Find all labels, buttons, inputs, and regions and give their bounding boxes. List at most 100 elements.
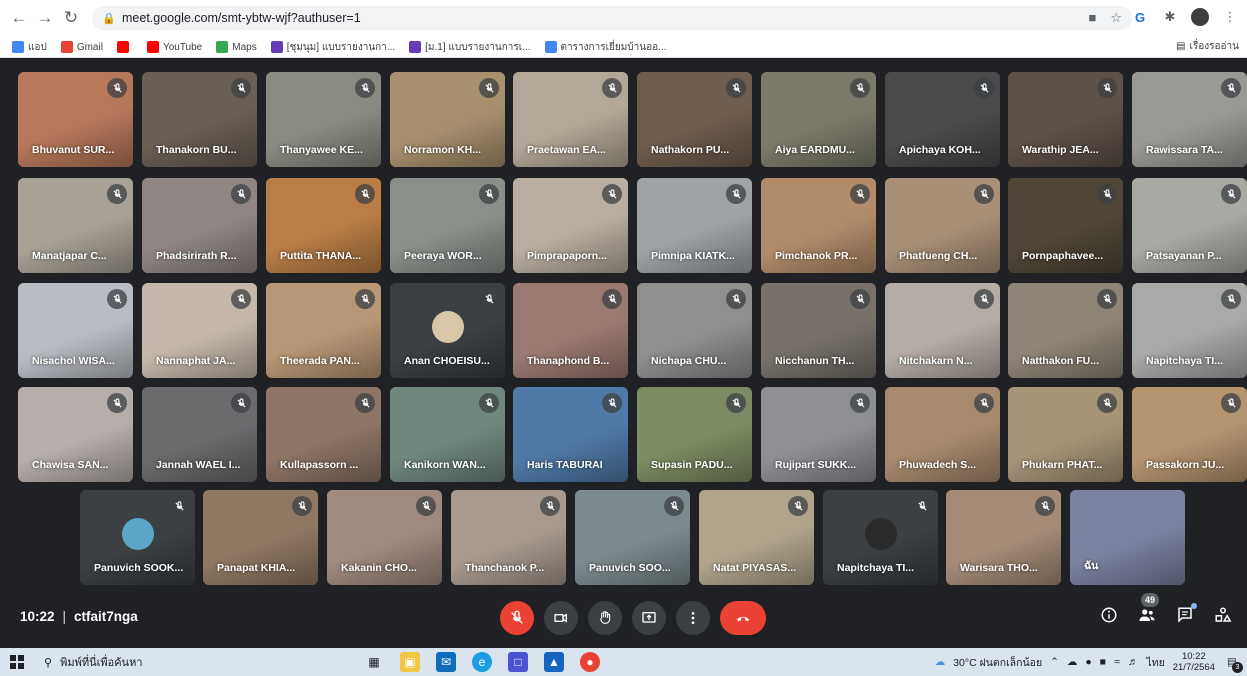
bookmark-item[interactable]: ตารางการเยี่ยมบ้านออ... xyxy=(544,40,666,55)
participant-tile[interactable]: Phadsirirath R... xyxy=(142,178,257,273)
participant-tile[interactable]: Bhuvanut SUR... xyxy=(18,72,133,167)
bookmark-item[interactable]: Maps xyxy=(216,41,257,53)
participant-tile[interactable]: Aiya EARDMU... xyxy=(761,72,876,167)
mail-icon[interactable]: ✉ xyxy=(436,652,456,672)
participant-tile[interactable]: ฉัน xyxy=(1070,490,1185,585)
muted-mic-icon xyxy=(479,184,499,204)
participant-tile[interactable]: Peeraya WOR... xyxy=(390,178,505,273)
people-button[interactable]: 49 xyxy=(1137,593,1159,625)
profile-avatar[interactable] xyxy=(1191,8,1209,26)
address-bar[interactable]: 🔒 meet.google.com/smt-ybtw-wjf?authuser=… xyxy=(92,6,1132,30)
camera-toggle-button[interactable] xyxy=(544,601,578,635)
cloud-icon[interactable]: ☁ xyxy=(1067,656,1078,668)
extension-g-icon[interactable]: G xyxy=(1131,8,1149,26)
raise-hand-button[interactable] xyxy=(588,601,622,635)
language-indicator[interactable]: ไทย xyxy=(1146,654,1164,671)
participant-tile[interactable]: Haris TABURAI xyxy=(513,387,628,482)
participant-tile[interactable]: Panuvich SOO... xyxy=(575,490,690,585)
reload-icon[interactable]: ↻ xyxy=(58,5,84,31)
reading-list-button[interactable]: ▤ เรื่องรออ่าน xyxy=(1176,39,1239,54)
participant-tile[interactable]: Natthakon FU... xyxy=(1008,283,1123,378)
bookmark-star-icon[interactable]: ☆ xyxy=(1110,10,1122,26)
meeting-details-button[interactable] xyxy=(1099,605,1119,625)
participant-tile[interactable]: Pornpaphavee... xyxy=(1008,178,1123,273)
participant-tile[interactable]: Pimnipa KIATK... xyxy=(637,178,752,273)
participant-tile[interactable]: Theerada PAN... xyxy=(266,283,381,378)
present-screen-button[interactable] xyxy=(632,601,666,635)
participant-tile[interactable]: Praetawan EA... xyxy=(513,72,628,167)
file-explorer-icon[interactable]: ▣ xyxy=(400,652,420,672)
participant-tile[interactable]: Jannah WAEL I... xyxy=(142,387,257,482)
participant-tile[interactable]: Anan CHOEISU... xyxy=(390,283,505,378)
participant-tile[interactable]: Kakanin CHO... xyxy=(327,490,442,585)
participant-tile[interactable]: Rujipart SUKK... xyxy=(761,387,876,482)
participant-tile[interactable]: Supasin PADU... xyxy=(637,387,752,482)
forward-icon[interactable]: → xyxy=(32,5,58,31)
network-icon[interactable]: ■ xyxy=(1100,656,1106,668)
participant-tile[interactable]: Passakorn JU... xyxy=(1132,387,1247,482)
photos-icon[interactable]: ▲ xyxy=(544,652,564,672)
chrome-icon[interactable]: ● xyxy=(580,652,600,672)
chat-button[interactable] xyxy=(1175,603,1197,625)
participant-tile[interactable]: Thanakorn BU... xyxy=(142,72,257,167)
participant-tile[interactable]: Phuwadech S... xyxy=(885,387,1000,482)
participant-tile[interactable]: Nichapa CHU... xyxy=(637,283,752,378)
participant-tile[interactable]: Warathip JEA... xyxy=(1008,72,1123,167)
weather-text[interactable]: 30°C ฝนตกเล็กน้อย xyxy=(953,654,1042,671)
participant-tile[interactable]: Kullapassorn ... xyxy=(266,387,381,482)
task-view-icon[interactable]: ▦ xyxy=(364,652,384,672)
back-icon[interactable]: ← xyxy=(6,5,32,31)
participant-tile[interactable]: Napitchaya TI... xyxy=(823,490,938,585)
muted-mic-icon xyxy=(1221,78,1241,98)
participant-tile[interactable]: Chawisa SAN... xyxy=(18,387,133,482)
participant-name: Nannaphat JA... xyxy=(156,355,236,367)
participant-tile[interactable]: Warisara THO... xyxy=(946,490,1061,585)
participant-tile[interactable]: Nitchakarn N... xyxy=(885,283,1000,378)
participant-tile[interactable]: Manatjapar C... xyxy=(18,178,133,273)
participant-tile[interactable]: Panuvich SOOK... xyxy=(80,490,195,585)
bookmark-item[interactable]: Gmail xyxy=(60,41,103,53)
leave-call-button[interactable] xyxy=(720,601,766,635)
participant-tile[interactable]: Nathakorn PU... xyxy=(637,72,752,167)
participant-tile[interactable]: Nicchanun TH... xyxy=(761,283,876,378)
clock[interactable]: 10:22 21/7/2564 xyxy=(1173,651,1215,673)
participant-tile[interactable]: Napitchaya TI... xyxy=(1132,283,1247,378)
participant-tile[interactable]: Phatfueng CH... xyxy=(885,178,1000,273)
bookmark-item[interactable]: แอป xyxy=(12,40,47,55)
participant-tile[interactable]: Norramon KH... xyxy=(390,72,505,167)
participant-tile[interactable]: Thanaphond B... xyxy=(513,283,628,378)
participant-tile[interactable]: Rawissara TA... xyxy=(1132,72,1247,167)
participant-tile[interactable]: Apichaya KOH... xyxy=(885,72,1000,167)
participant-tile[interactable]: Pimprapaporn... xyxy=(513,178,628,273)
participant-tile[interactable]: Thanyawee KE... xyxy=(266,72,381,167)
participant-tile[interactable]: Puttita THANA... xyxy=(266,178,381,273)
camera-permission-icon[interactable]: ■ xyxy=(1088,10,1096,26)
mic-toggle-button[interactable] xyxy=(500,601,534,635)
taskbar-search[interactable]: ⚲ พิมพ์ที่นี่เพื่อค้นหา xyxy=(34,648,324,676)
participant-tile[interactable]: Natat PIYASAS... xyxy=(699,490,814,585)
notification-center-button[interactable]: ▤ 3 xyxy=(1223,653,1243,673)
tray-chevron-icon[interactable]: ⌃ xyxy=(1050,656,1059,668)
wifi-icon[interactable]: ≈ xyxy=(1114,656,1120,668)
mic-tray-icon[interactable]: ● xyxy=(1085,656,1091,668)
bookmark-item[interactable]: [ชุมนุม] แบบรายงานกา... xyxy=(270,40,395,55)
more-options-button[interactable] xyxy=(676,601,710,635)
volume-icon[interactable]: ♬ xyxy=(1128,656,1139,668)
participant-tile[interactable]: Phukarn PHAT... xyxy=(1008,387,1123,482)
participant-tile[interactable]: Nisachol WISA... xyxy=(18,283,133,378)
activities-button[interactable] xyxy=(1213,605,1233,625)
participant-tile[interactable]: Patsayanan P... xyxy=(1132,178,1247,273)
participant-tile[interactable]: Panapat KHIA... xyxy=(203,490,318,585)
app-icon[interactable]: □ xyxy=(508,652,528,672)
participant-tile[interactable]: Kanikorn WAN... xyxy=(390,387,505,482)
bookmark-item[interactable] xyxy=(116,41,133,53)
edge-icon[interactable]: e xyxy=(472,652,492,672)
start-button[interactable] xyxy=(0,648,34,676)
participant-tile[interactable]: Nannaphat JA... xyxy=(142,283,257,378)
bookmark-item[interactable]: [ม.1] แบบรายงานการเ... xyxy=(409,40,531,55)
participant-tile[interactable]: Pimchanok PR... xyxy=(761,178,876,273)
participant-tile[interactable]: Thanchanok P... xyxy=(451,490,566,585)
extensions-puzzle-icon[interactable]: ✱ xyxy=(1161,8,1179,26)
bookmark-item[interactable]: YouTube xyxy=(146,41,202,53)
menu-kebab-icon[interactable]: ⋮ xyxy=(1221,8,1239,26)
